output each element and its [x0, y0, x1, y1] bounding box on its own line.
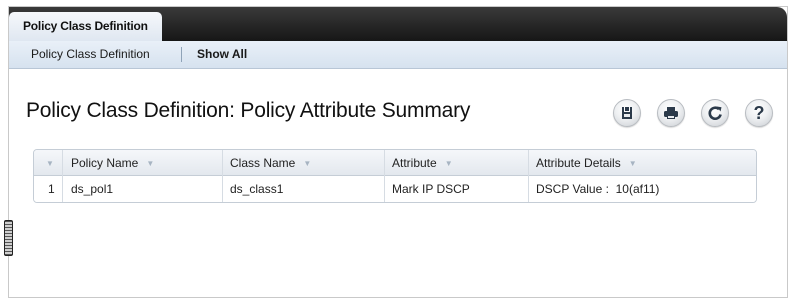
column-header-attribute-details[interactable]: Attribute Details ▼ — [536, 150, 637, 176]
sort-icon: ▼ — [628, 158, 637, 168]
column-divider — [384, 150, 385, 202]
sort-icon: ▼ — [444, 158, 453, 168]
column-divider — [528, 150, 529, 202]
sort-icon: ▼ — [303, 158, 312, 168]
tab-bar: Policy Class Definition — [9, 7, 787, 41]
column-header-label: Attribute Details — [536, 156, 621, 170]
cell-policy-name: ds_pol1 — [71, 182, 114, 196]
subnav-policy-class-definition[interactable]: Policy Class Definition — [31, 41, 150, 69]
row-index-header[interactable]: ▼ — [42, 150, 64, 176]
side-panel-handle[interactable] — [4, 220, 13, 256]
column-header-label: Policy Name — [71, 156, 139, 170]
toolbar: ? — [613, 99, 773, 129]
column-divider — [222, 150, 223, 202]
column-divider — [62, 150, 63, 202]
column-header-label: Class Name — [230, 156, 296, 170]
page-title: Policy Class Definition: Policy Attribut… — [26, 99, 471, 122]
save-button[interactable] — [613, 99, 641, 127]
column-header-policy-name[interactable]: Policy Name ▼ — [71, 150, 154, 176]
refresh-icon — [708, 106, 722, 121]
print-icon — [664, 107, 678, 119]
cell-class-name: ds_class1 — [230, 182, 284, 196]
sub-navigation: Policy Class Definition Show All — [9, 41, 787, 69]
subnav-divider — [181, 47, 182, 62]
cell-attribute: Mark IP DSCP — [392, 182, 470, 196]
column-header-attribute[interactable]: Attribute ▼ — [392, 150, 453, 176]
save-icon — [622, 107, 632, 119]
refresh-button[interactable] — [701, 99, 729, 127]
row-index: 1 — [48, 182, 55, 196]
main-frame: Policy Class Definition Policy Class Def… — [8, 6, 788, 298]
help-button[interactable]: ? — [745, 99, 773, 127]
column-header-label: Attribute — [392, 156, 437, 170]
print-button[interactable] — [657, 99, 685, 127]
column-header-class-name[interactable]: Class Name ▼ — [230, 150, 311, 176]
table-header: ▼ Policy Name ▼ Class Name ▼ Attribute ▼ At… — [34, 150, 756, 176]
tab-policy-class-definition[interactable]: Policy Class Definition — [9, 12, 162, 41]
subnav-show-all[interactable]: Show All — [197, 41, 247, 69]
help-icon: ? — [753, 102, 765, 123]
policy-attribute-table: ▼ Policy Name ▼ Class Name ▼ Attribute ▼ At… — [33, 149, 757, 203]
cell-attribute-details: DSCP Value : 10(af11) — [536, 182, 660, 196]
table-row[interactable]: 1 ds_pol1 ds_class1 Mark IP DSCP DSCP Va… — [34, 176, 756, 202]
sort-icon: ▼ — [146, 158, 155, 168]
